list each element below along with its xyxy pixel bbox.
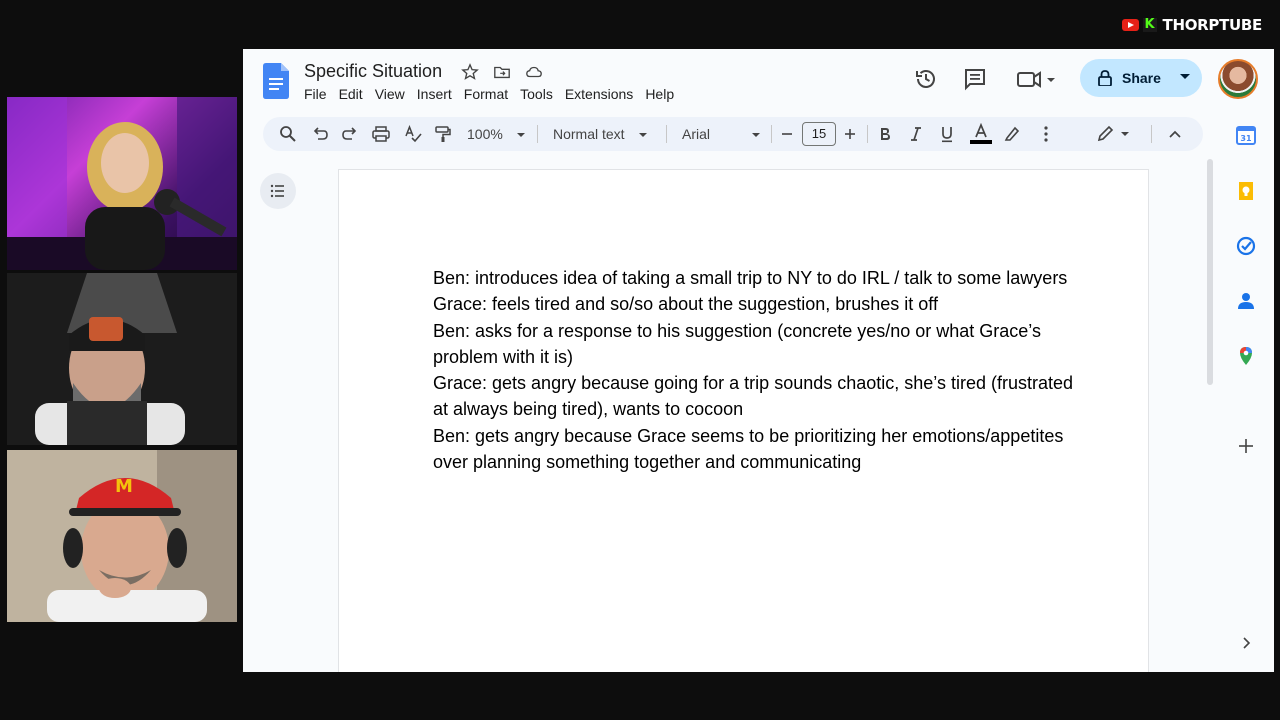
decrease-font-size-icon[interactable] (781, 125, 793, 143)
version-history-icon[interactable] (914, 67, 938, 91)
webcam-feed-2 (7, 273, 237, 445)
font-family-value: Arial (682, 126, 711, 142)
webcam-image-1 (7, 97, 237, 270)
paragraph-style-value: Normal text (553, 126, 625, 142)
search-menus-icon[interactable] (279, 125, 297, 143)
font-family-select[interactable]: Arial (682, 125, 761, 143)
toolbar-divider (537, 125, 538, 143)
zoom-value: 100% (467, 126, 503, 142)
stream-layout: K THORPTUBE M Specific Situation File Ed… (0, 0, 1280, 720)
print-icon[interactable] (372, 125, 390, 143)
webcam-image-3: M (7, 450, 237, 622)
move-folder-icon[interactable] (492, 63, 512, 81)
zoom-caret-icon (516, 133, 525, 138)
share-label: Share (1122, 70, 1161, 86)
menu-format[interactable]: Format (458, 85, 514, 103)
document-paragraph[interactable]: Ben: asks for a response to his suggesti… (433, 318, 1073, 371)
tasks-icon[interactable] (1236, 236, 1256, 256)
menu-tools[interactable]: Tools (514, 85, 559, 103)
cloud-status-icon[interactable] (524, 63, 544, 81)
document-title[interactable]: Specific Situation (304, 61, 442, 82)
share-dropdown-caret-icon[interactable] (1180, 74, 1190, 79)
editing-mode-icon[interactable] (1097, 125, 1133, 143)
channel-name: THORPTUBE (1162, 16, 1263, 34)
paint-format-icon[interactable] (434, 125, 452, 143)
share-button[interactable]: Share (1080, 59, 1202, 97)
youtube-icon (1121, 19, 1139, 31)
more-options-icon[interactable] (1043, 125, 1049, 143)
menu-extensions[interactable]: Extensions (559, 85, 639, 103)
menu-edit[interactable]: Edit (333, 85, 369, 103)
highlight-color-icon[interactable] (1003, 125, 1021, 143)
google-docs-window: Specific Situation File Edit View Insert… (243, 49, 1274, 672)
zoom-select[interactable]: 100% (467, 125, 525, 143)
bold-icon[interactable] (878, 125, 892, 143)
toolbar-divider (771, 125, 772, 143)
font-caret-icon (752, 133, 761, 138)
keep-icon[interactable] (1236, 181, 1256, 201)
add-addon-icon[interactable] (1236, 436, 1256, 456)
menu-help[interactable]: Help (639, 85, 680, 103)
star-icon[interactable] (460, 63, 480, 81)
menu-bar: File Edit View Insert Format Tools Exten… (304, 85, 680, 103)
underline-icon[interactable] (940, 125, 954, 143)
menu-view[interactable]: View (369, 85, 411, 103)
toolbar-divider (867, 125, 868, 143)
toolbar-divider (666, 125, 667, 143)
expand-side-panel-icon[interactable] (1236, 633, 1256, 653)
document-outline-button[interactable] (260, 173, 296, 209)
calendar-icon[interactable]: 31 (1236, 125, 1256, 145)
svg-text:M: M (115, 476, 133, 497)
webcam-feed-1 (7, 97, 237, 270)
formatting-toolbar: 100% Normal text Arial 15 (263, 117, 1203, 151)
maps-icon[interactable] (1236, 346, 1256, 366)
google-docs-logo-icon[interactable] (263, 63, 289, 99)
webcam-feed-3: M (7, 450, 237, 622)
outline-list-icon (270, 184, 284, 198)
toolbar-divider (1151, 125, 1152, 143)
italic-icon[interactable] (909, 125, 923, 143)
text-color-icon[interactable] (969, 123, 993, 145)
paragraph-style-select[interactable]: Normal text (553, 125, 647, 143)
document-paragraph[interactable]: Ben: introduces idea of taking a small t… (433, 265, 1073, 291)
increase-font-size-icon[interactable] (844, 125, 856, 143)
menu-file[interactable]: File (304, 85, 333, 103)
menu-insert[interactable]: Insert (411, 85, 458, 103)
collapse-menus-icon[interactable] (1168, 125, 1182, 143)
document-paragraph[interactable]: Grace: gets angry because going for a tr… (433, 370, 1073, 423)
document-paragraph[interactable]: Grace: feels tired and so/so about the s… (433, 291, 1073, 317)
style-caret-icon (638, 133, 647, 138)
lock-icon (1098, 70, 1112, 86)
channel-branding: K THORPTUBE (1121, 16, 1263, 34)
redo-icon[interactable] (342, 125, 358, 143)
document-body[interactable]: Ben: introduces idea of taking a small t… (433, 265, 1073, 475)
vertical-scrollbar[interactable] (1207, 159, 1213, 385)
side-panel: 31 (1226, 111, 1274, 672)
svg-text:31: 31 (1240, 134, 1252, 143)
account-avatar[interactable] (1218, 59, 1258, 99)
font-size-input[interactable]: 15 (802, 122, 836, 146)
kick-icon: K (1142, 17, 1157, 32)
contacts-icon[interactable] (1236, 291, 1256, 311)
spellcheck-icon[interactable] (404, 125, 422, 143)
undo-icon[interactable] (312, 125, 328, 143)
docs-title-bar: Specific Situation File Edit View Insert… (243, 49, 1274, 111)
document-paragraph[interactable]: Ben: gets angry because Grace seems to b… (433, 423, 1073, 476)
webcam-image-2 (7, 273, 237, 445)
comments-icon[interactable] (963, 67, 987, 91)
document-page[interactable]: Ben: introduces idea of taking a small t… (338, 169, 1149, 672)
meet-video-icon[interactable] (1016, 67, 1056, 91)
